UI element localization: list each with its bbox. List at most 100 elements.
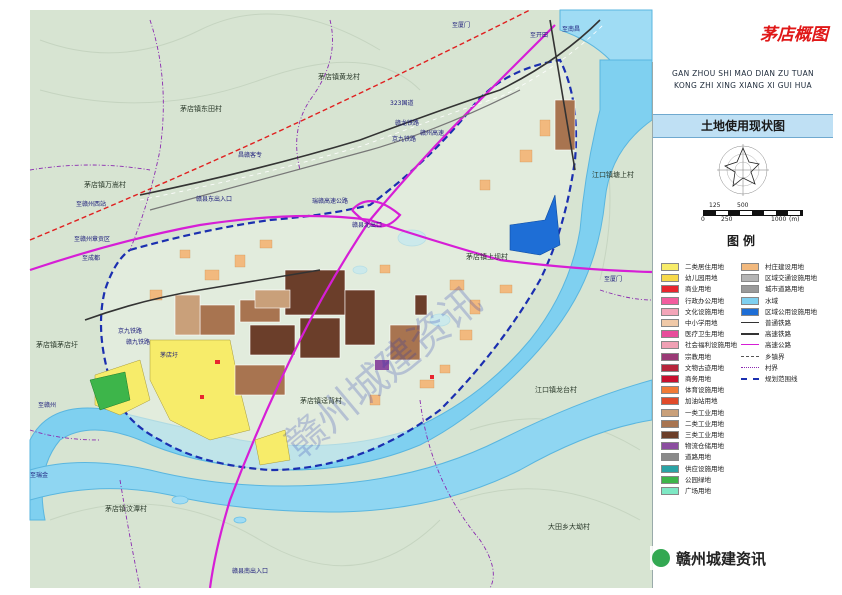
road-label: 至厦门 <box>604 276 623 283</box>
scale-label: 250 <box>721 216 733 223</box>
road-label: 茅店圩 <box>160 352 179 359</box>
legend-swatch <box>661 352 679 361</box>
legend-swatch <box>661 263 679 271</box>
legend-swatch <box>741 307 759 316</box>
watermark-badge: 赣州城建资讯 <box>650 546 820 570</box>
scale-label: 125 <box>709 202 721 209</box>
legend-swatch <box>741 274 759 283</box>
legend-label: 普通铁路 <box>765 319 791 327</box>
pinyin-title: GAN ZHOU SHI MAO DIAN ZU TUAN KONG ZHI X… <box>653 68 833 92</box>
legend-swatch <box>661 307 679 316</box>
legend-label: 城市道路用地 <box>765 285 804 294</box>
village-label: 茅店镇东田村 <box>180 105 222 113</box>
legend-swatch <box>661 285 679 294</box>
scale-bar: 125 500 0 250 1000 (m) <box>653 202 833 226</box>
watermark-text: 赣州城建资讯 <box>676 550 767 568</box>
road-label: 京九铁路 <box>118 328 143 335</box>
legend-swatch <box>661 453 679 462</box>
road-label: 京九铁路 <box>392 136 417 143</box>
village-label: 江口镇龙台村 <box>535 386 577 394</box>
road-label: 赣州高速 <box>420 130 445 137</box>
scale-label: 0 <box>701 216 705 223</box>
legend-swatch <box>661 419 679 428</box>
legend-label: 商业用地 <box>685 285 711 294</box>
legend-label: 体育设施用地 <box>685 386 724 395</box>
legend-panel: GAN ZHOU SHI MAO DIAN ZU TUAN KONG ZHI X… <box>652 62 833 588</box>
scale-label: 500 <box>737 202 749 209</box>
legend-label: 一类工业用地 <box>685 408 724 417</box>
legend-label: 宗教用地 <box>685 352 711 361</box>
legend-swatch <box>661 397 679 406</box>
legend-swatch <box>741 296 759 305</box>
pinyin-line-1: GAN ZHOU SHI MAO DIAN ZU TUAN <box>672 69 814 78</box>
legend-label: 高速铁路 <box>765 330 791 339</box>
legend-label: 村界 <box>765 363 778 372</box>
village-label: 茅店镇迳背村 <box>300 397 342 405</box>
road-label: 赣龙铁路 <box>395 120 420 127</box>
road-label: 赣县北出口 <box>352 222 383 229</box>
legend-swatch <box>661 296 679 305</box>
legend-line-symbol <box>741 355 759 357</box>
legend-swatch <box>661 431 679 439</box>
legend-label: 区域公用设施用地 <box>765 307 817 316</box>
road-label: 赣九铁路 <box>126 339 151 346</box>
pinyin-line-2: KONG ZHI XING XIANG XI GUI HUA <box>674 81 812 90</box>
legend-label: 二类工业用地 <box>685 419 724 428</box>
village-label: 大田乡大坳村 <box>548 523 590 531</box>
legend-swatch <box>661 487 679 495</box>
legend-label: 道路用地 <box>685 453 711 462</box>
village-label: 茅店镇上坝村 <box>466 253 508 261</box>
road-label: 昌赣客专 <box>238 152 263 159</box>
legend-label: 供应设施用地 <box>685 464 724 473</box>
village-label: 茅店镇万嵩村 <box>84 181 126 189</box>
road-label: 至开田 <box>530 32 549 39</box>
legend-swatch <box>661 386 679 395</box>
legend-label: 加油站用地 <box>685 397 718 406</box>
road-label: 323国道 <box>390 100 414 107</box>
road-label: 赣县东出入口 <box>196 196 233 203</box>
road-label: 瑞赣高速公路 <box>312 198 349 205</box>
legend-swatch <box>661 408 679 417</box>
legend-label: 文物古迹用地 <box>685 363 724 372</box>
legend-swatch <box>661 363 679 372</box>
road-label: 至南昌 <box>562 26 581 33</box>
legend-swatch <box>741 263 759 271</box>
legend-label: 医疗卫生用地 <box>685 330 724 339</box>
legend-label: 社会福利设施用地 <box>685 341 737 350</box>
legend-label: 行政办公用地 <box>685 296 724 305</box>
road-label: 至赣州 <box>38 402 57 409</box>
legend-swatch <box>661 330 679 339</box>
road-label: 至成都 <box>82 255 101 262</box>
scale-label: 1000 <box>771 216 787 223</box>
brand-logo: 茅店概图 <box>760 25 828 45</box>
village-label: 江口镇塘上村 <box>592 171 634 179</box>
legend-label: 文化设施用地 <box>685 307 724 316</box>
legend-swatch <box>661 319 679 327</box>
legend-label: 广场用地 <box>685 487 711 495</box>
legend-label: 商务用地 <box>685 375 711 383</box>
road-label: 赣县南出入口 <box>232 568 269 575</box>
legend-label: 幼儿园用地 <box>685 274 718 283</box>
road-label: 至赣州章贡区 <box>74 236 111 243</box>
wechat-icon <box>652 549 670 567</box>
legend-title: 图例 <box>726 234 759 248</box>
legend-swatch <box>661 375 679 383</box>
legend-line-symbol <box>741 366 759 368</box>
legend-line-symbol <box>741 322 759 323</box>
legend-swatch <box>741 285 759 294</box>
legend-label: 高速公路 <box>765 341 791 350</box>
legend-label: 水域 <box>765 296 778 305</box>
legend-label: 乡镇界 <box>765 352 785 361</box>
scale-ruler <box>703 210 803 216</box>
road-label: 至厦门 <box>452 22 471 29</box>
legend-swatch <box>661 464 679 473</box>
legend-label: 村庄建设用地 <box>765 263 804 271</box>
legend-swatch <box>661 274 679 283</box>
legend-label: 中小学用地 <box>685 319 718 327</box>
legend-line-symbol <box>741 378 759 380</box>
legend-swatch <box>661 475 679 484</box>
legend-label: 公园绿地 <box>685 475 711 484</box>
legend-line-symbol <box>741 333 759 336</box>
road-label: 至瑞金 <box>30 472 49 479</box>
map-title: 土地使用现状图 <box>700 119 785 133</box>
